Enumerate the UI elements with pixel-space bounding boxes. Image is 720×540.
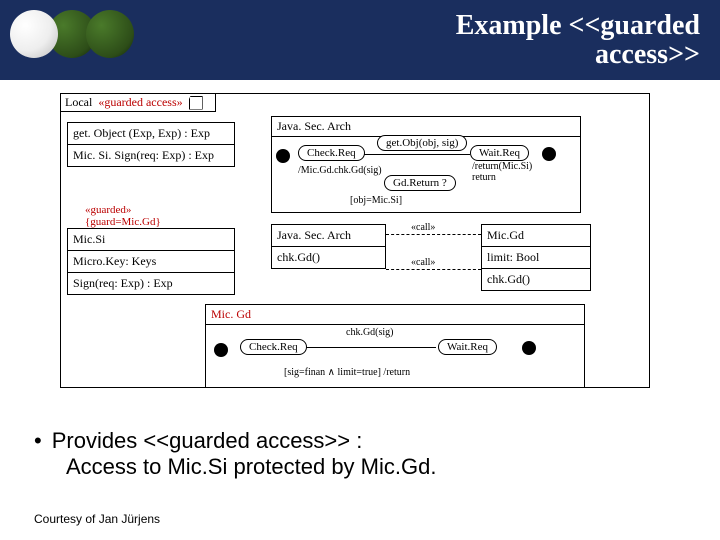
call-line-1	[386, 234, 481, 235]
slide-header: Example <<guarded access>>	[0, 0, 720, 80]
micsi-attr: Micro.Key: Keys	[68, 251, 234, 273]
micgd-statechart-frame: Mic. Gd Check.Req chk.Gd(sig) Wait.Req […	[205, 304, 585, 388]
op-sign: Mic. Si. Sign(req: Exp) : Exp	[68, 145, 234, 166]
call-label-1: «call»	[411, 222, 435, 233]
logo-sphere-white	[10, 10, 58, 58]
bullet-text: • Provides <<guarded access>> : Access t…	[34, 428, 684, 480]
label-return-micsi: /return(Mic.Si) return	[472, 161, 532, 183]
java-sec-arch-block: Java. Sec. Arch Check.Req get.Obj(obj, s…	[271, 116, 581, 213]
label-micgd-chkgd: /Mic.Gd.chk.Gd(sig)	[298, 165, 382, 176]
micgd-initial-dot	[214, 343, 228, 357]
logo-sphere-green-2	[86, 10, 134, 58]
pentagon-icon	[189, 96, 203, 110]
micsi-class-box: Mic.Si Micro.Key: Keys Sign(req: Exp) : …	[67, 228, 235, 295]
bullet-line-1: Provides <<guarded access>> :	[52, 428, 363, 454]
local-tab: Local «guarded access»	[60, 93, 216, 112]
mid-jsa-title: Java. Sec. Arch	[272, 225, 385, 247]
state-check-req: Check.Req	[298, 145, 365, 161]
bullet-dot: •	[34, 428, 42, 454]
mid-micgd-box: Mic.Gd limit: Bool chk.Gd()	[481, 224, 591, 291]
mid-jsa-box: Java. Sec. Arch chk.Gd()	[271, 224, 386, 269]
slide-footer: Courtesy of Jan Jürjens	[34, 512, 160, 526]
micgd-wait-req: Wait.Req	[438, 339, 497, 355]
state-gd-return: Gd.Return ?	[384, 175, 456, 191]
local-label: Local	[65, 95, 92, 110]
trigger-getobj: get.Obj(obj, sig)	[377, 135, 467, 151]
bullet-line-2: Access to Mic.Si protected by Mic.Gd.	[34, 454, 684, 480]
call-line-2	[386, 269, 481, 270]
micgd-arrow	[306, 347, 436, 348]
jsa-statechart: Check.Req get.Obj(obj, sig) Wait.Req /Mi…	[272, 137, 580, 212]
mid-jsa-method: chk.Gd()	[272, 247, 385, 268]
diagram-frame: Local «guarded access» get. Object (Exp,…	[60, 93, 650, 388]
mid-micgd-method: chk.Gd()	[482, 269, 590, 290]
guard-obj-micsi: [obj=Mic.Si]	[350, 195, 402, 206]
micgd-chkgdsig: chk.Gd(sig)	[346, 327, 394, 338]
logo-cluster	[20, 10, 134, 58]
micgd-check-req: Check.Req	[240, 339, 307, 355]
guarded-stereotype: «guarded» {guard=Mic.Gd}	[85, 204, 161, 228]
final-state-dot	[542, 147, 556, 161]
mid-micgd-limit: limit: Bool	[482, 247, 590, 269]
micsi-op: Sign(req: Exp) : Exp	[68, 273, 234, 294]
guarded-access-stereotype: «guarded access»	[98, 95, 182, 110]
uml-diagram: Local «guarded access» get. Object (Exp,…	[60, 85, 650, 415]
initial-state-dot	[276, 149, 290, 163]
micgd-final-dot	[522, 341, 536, 355]
micgd-guard-return: [sig=finan ∧ limit=true] /return	[284, 367, 410, 378]
micsi-name: Mic.Si	[68, 229, 234, 251]
op-getobject: get. Object (Exp, Exp) : Exp	[68, 123, 234, 145]
micgd-body: Check.Req chk.Gd(sig) Wait.Req [sig=fina…	[206, 325, 584, 387]
mid-micgd-title: Mic.Gd	[482, 225, 590, 247]
state-wait-req: Wait.Req	[470, 145, 529, 161]
jsa-title: Java. Sec. Arch	[272, 117, 580, 137]
call-label-2: «call»	[411, 257, 435, 268]
slide-title: Example <<guarded access>>	[456, 11, 700, 70]
arrow-1	[364, 154, 470, 155]
micgd-title: Mic. Gd	[206, 305, 584, 325]
left-operations-box-1: get. Object (Exp, Exp) : Exp Mic. Si. Si…	[67, 122, 235, 167]
